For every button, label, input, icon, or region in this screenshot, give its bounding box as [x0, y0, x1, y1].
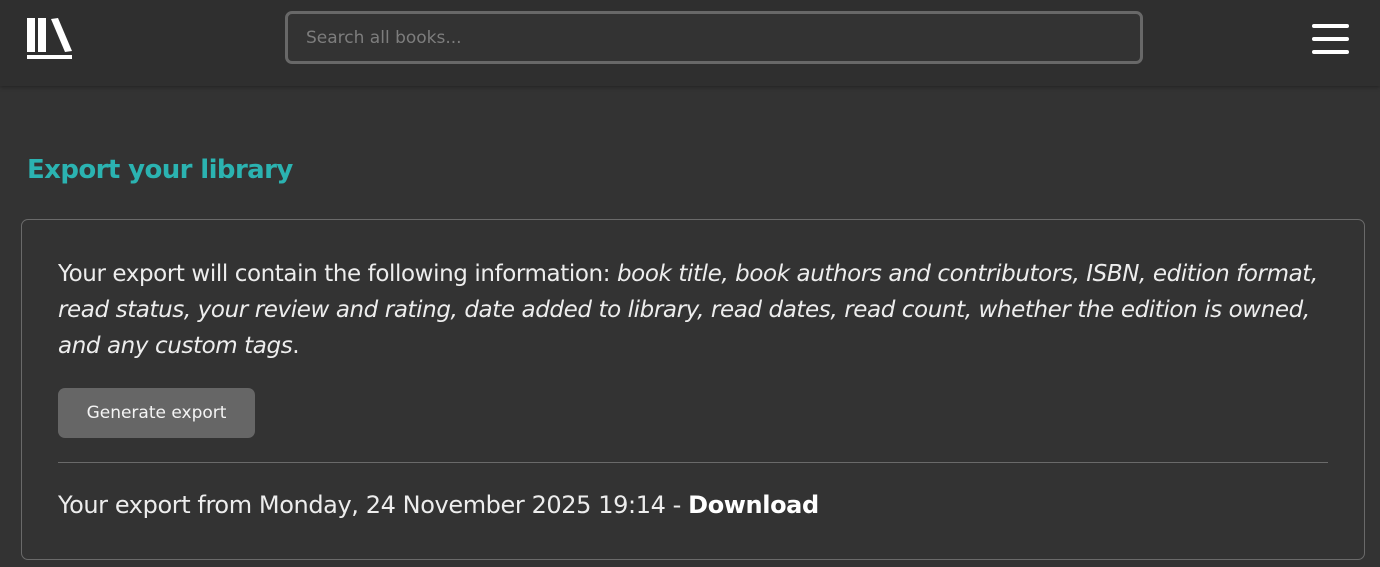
export-entry-text: Your export from Monday, 24 November 202… [58, 491, 689, 519]
export-info-text: Your export will contain the following i… [58, 256, 1318, 364]
bookshelf-icon[interactable] [27, 18, 73, 60]
search-box [285, 11, 1143, 64]
page-title: Export your library [27, 155, 293, 185]
menu-bar-top [1312, 24, 1349, 28]
generate-export-button[interactable]: Generate export [58, 388, 255, 438]
export-info-lead: Your export will contain the following i… [58, 261, 617, 287]
search-input[interactable] [288, 14, 1140, 61]
top-navigation-bar [0, 0, 1380, 86]
download-link[interactable]: Download [688, 491, 819, 519]
menu-bar-middle [1312, 37, 1349, 41]
export-info-end: . [292, 333, 300, 359]
export-entry: Your export from Monday, 24 November 202… [58, 488, 819, 522]
divider [58, 462, 1328, 463]
menu-bar-bottom [1312, 50, 1349, 54]
export-panel: Your export will contain the following i… [21, 219, 1365, 560]
hamburger-menu-icon[interactable] [1312, 22, 1350, 54]
